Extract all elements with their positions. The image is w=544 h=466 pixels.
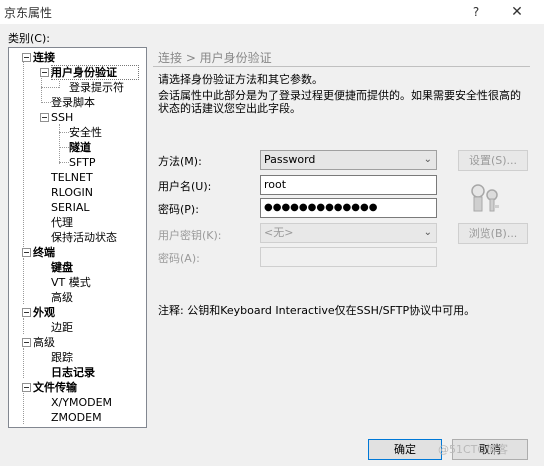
username-field[interactable]: root <box>260 175 437 195</box>
username-label: 用户名(U): <box>158 180 212 193</box>
tree-item-appearance[interactable]: 外观 <box>22 305 55 320</box>
chevron-down-icon: ⌄ <box>423 154 432 165</box>
category-label: 类别(C): <box>8 32 50 45</box>
password-field[interactable]: ●●●●●●●●●●●●● <box>260 198 437 218</box>
collapse-icon[interactable] <box>22 53 31 62</box>
method-select[interactable]: Password ⌄ <box>260 150 437 170</box>
tree-item-serial[interactable]: SERIAL <box>51 200 89 215</box>
tree-item-rlogin[interactable]: RLOGIN <box>51 185 93 200</box>
settings-button[interactable]: 设置(S)... <box>458 150 528 171</box>
category-tree[interactable]: 连接 用户身份验证 登录提示符 登录脚本 SSH 安全性 隧道 SFTP TEL… <box>8 47 147 428</box>
watermark: @51CTO博客 <box>438 443 509 456</box>
tree-item-keepalive[interactable]: 保持活动状态 <box>51 230 117 245</box>
tree-line <box>59 162 69 163</box>
tree-item-logging[interactable]: 日志记录 <box>51 365 95 380</box>
chevron-down-icon: ⌄ <box>423 227 432 238</box>
collapse-icon[interactable] <box>40 68 49 77</box>
tree-item-zmodem[interactable]: ZMODEM <box>51 410 102 425</box>
tree-line <box>23 318 24 334</box>
tree-item-xymodem[interactable]: X/YMODEM <box>51 395 112 410</box>
tree-line <box>23 62 24 257</box>
tree-line <box>41 102 51 103</box>
tree-line <box>41 87 59 88</box>
tree-line <box>23 348 24 378</box>
tree-item-margins[interactable]: 边距 <box>51 320 73 335</box>
title-bar: 京东属性 ? ✕ <box>0 0 544 24</box>
tree-item-telnet[interactable]: TELNET <box>51 170 93 185</box>
ok-button[interactable]: 确定 <box>368 439 442 460</box>
divider <box>153 66 530 67</box>
tree-line <box>41 78 42 103</box>
window-title: 京东属性 <box>4 6 53 20</box>
user-key-value: <无> <box>264 226 294 239</box>
method-label: 方法(M): <box>158 155 202 168</box>
method-value: Password <box>264 153 316 166</box>
tree-item-ssh[interactable]: SSH <box>40 110 73 125</box>
collapse-icon[interactable] <box>40 113 49 122</box>
help-button[interactable]: ? <box>462 1 490 23</box>
tree-item-user-auth[interactable]: 用户身份验证 <box>40 65 117 80</box>
tree-item-login-script[interactable]: 登录脚本 <box>51 95 95 110</box>
tree-item-trace[interactable]: 跟踪 <box>51 350 73 365</box>
description-line-1: 请选择身份验证方法和其它参数。 <box>158 73 323 86</box>
tree-line <box>23 393 24 424</box>
user-key-select[interactable]: <无> ⌄ <box>260 223 437 243</box>
tree-item-sftp[interactable]: SFTP <box>69 155 95 170</box>
browse-button[interactable]: 浏览(B)... <box>458 223 528 244</box>
tree-item-login-prompts[interactable]: 登录提示符 <box>69 80 124 95</box>
tree-item-tunnel[interactable]: 隧道 <box>69 140 91 155</box>
password-label: 密码(P): <box>158 203 199 216</box>
collapse-icon[interactable] <box>22 383 31 392</box>
passphrase-field[interactable] <box>260 247 437 267</box>
tree-item-vt-mode[interactable]: VT 模式 <box>51 275 91 290</box>
tree-item-proxy[interactable]: 代理 <box>51 215 73 230</box>
tree-line <box>23 258 24 304</box>
page-title: 连接 > 用户身份验证 <box>158 51 272 65</box>
collapse-icon[interactable] <box>22 338 31 347</box>
key-icon <box>471 184 499 212</box>
description-line-2: 会话属性中此部分是为了登录过程更便捷而提供的。如果需要安全性很高的状态的话建议您… <box>158 89 521 115</box>
user-key-label: 用户密钥(K): <box>158 229 222 242</box>
tree-item-connection[interactable]: 连接 <box>22 50 55 65</box>
close-button[interactable]: ✕ <box>500 1 534 23</box>
collapse-icon[interactable] <box>22 308 31 317</box>
tree-item-security[interactable]: 安全性 <box>69 125 102 140</box>
tree-item-terminal-advanced[interactable]: 高级 <box>51 290 73 305</box>
tree-line <box>59 132 69 133</box>
tree-item-keyboard[interactable]: 键盘 <box>51 260 73 275</box>
tree-item-advanced[interactable]: 高级 <box>22 335 55 350</box>
tree-line <box>59 147 69 148</box>
tree-item-terminal[interactable]: 终端 <box>22 245 55 260</box>
note-text: 注释: 公钥和Keyboard Interactive仅在SSH/SFTP协议中… <box>158 304 476 317</box>
passphrase-label: 密码(A): <box>158 252 200 265</box>
tree-line <box>59 124 60 164</box>
collapse-icon[interactable] <box>22 248 31 257</box>
tree-item-file-transfer[interactable]: 文件传输 <box>22 380 77 395</box>
